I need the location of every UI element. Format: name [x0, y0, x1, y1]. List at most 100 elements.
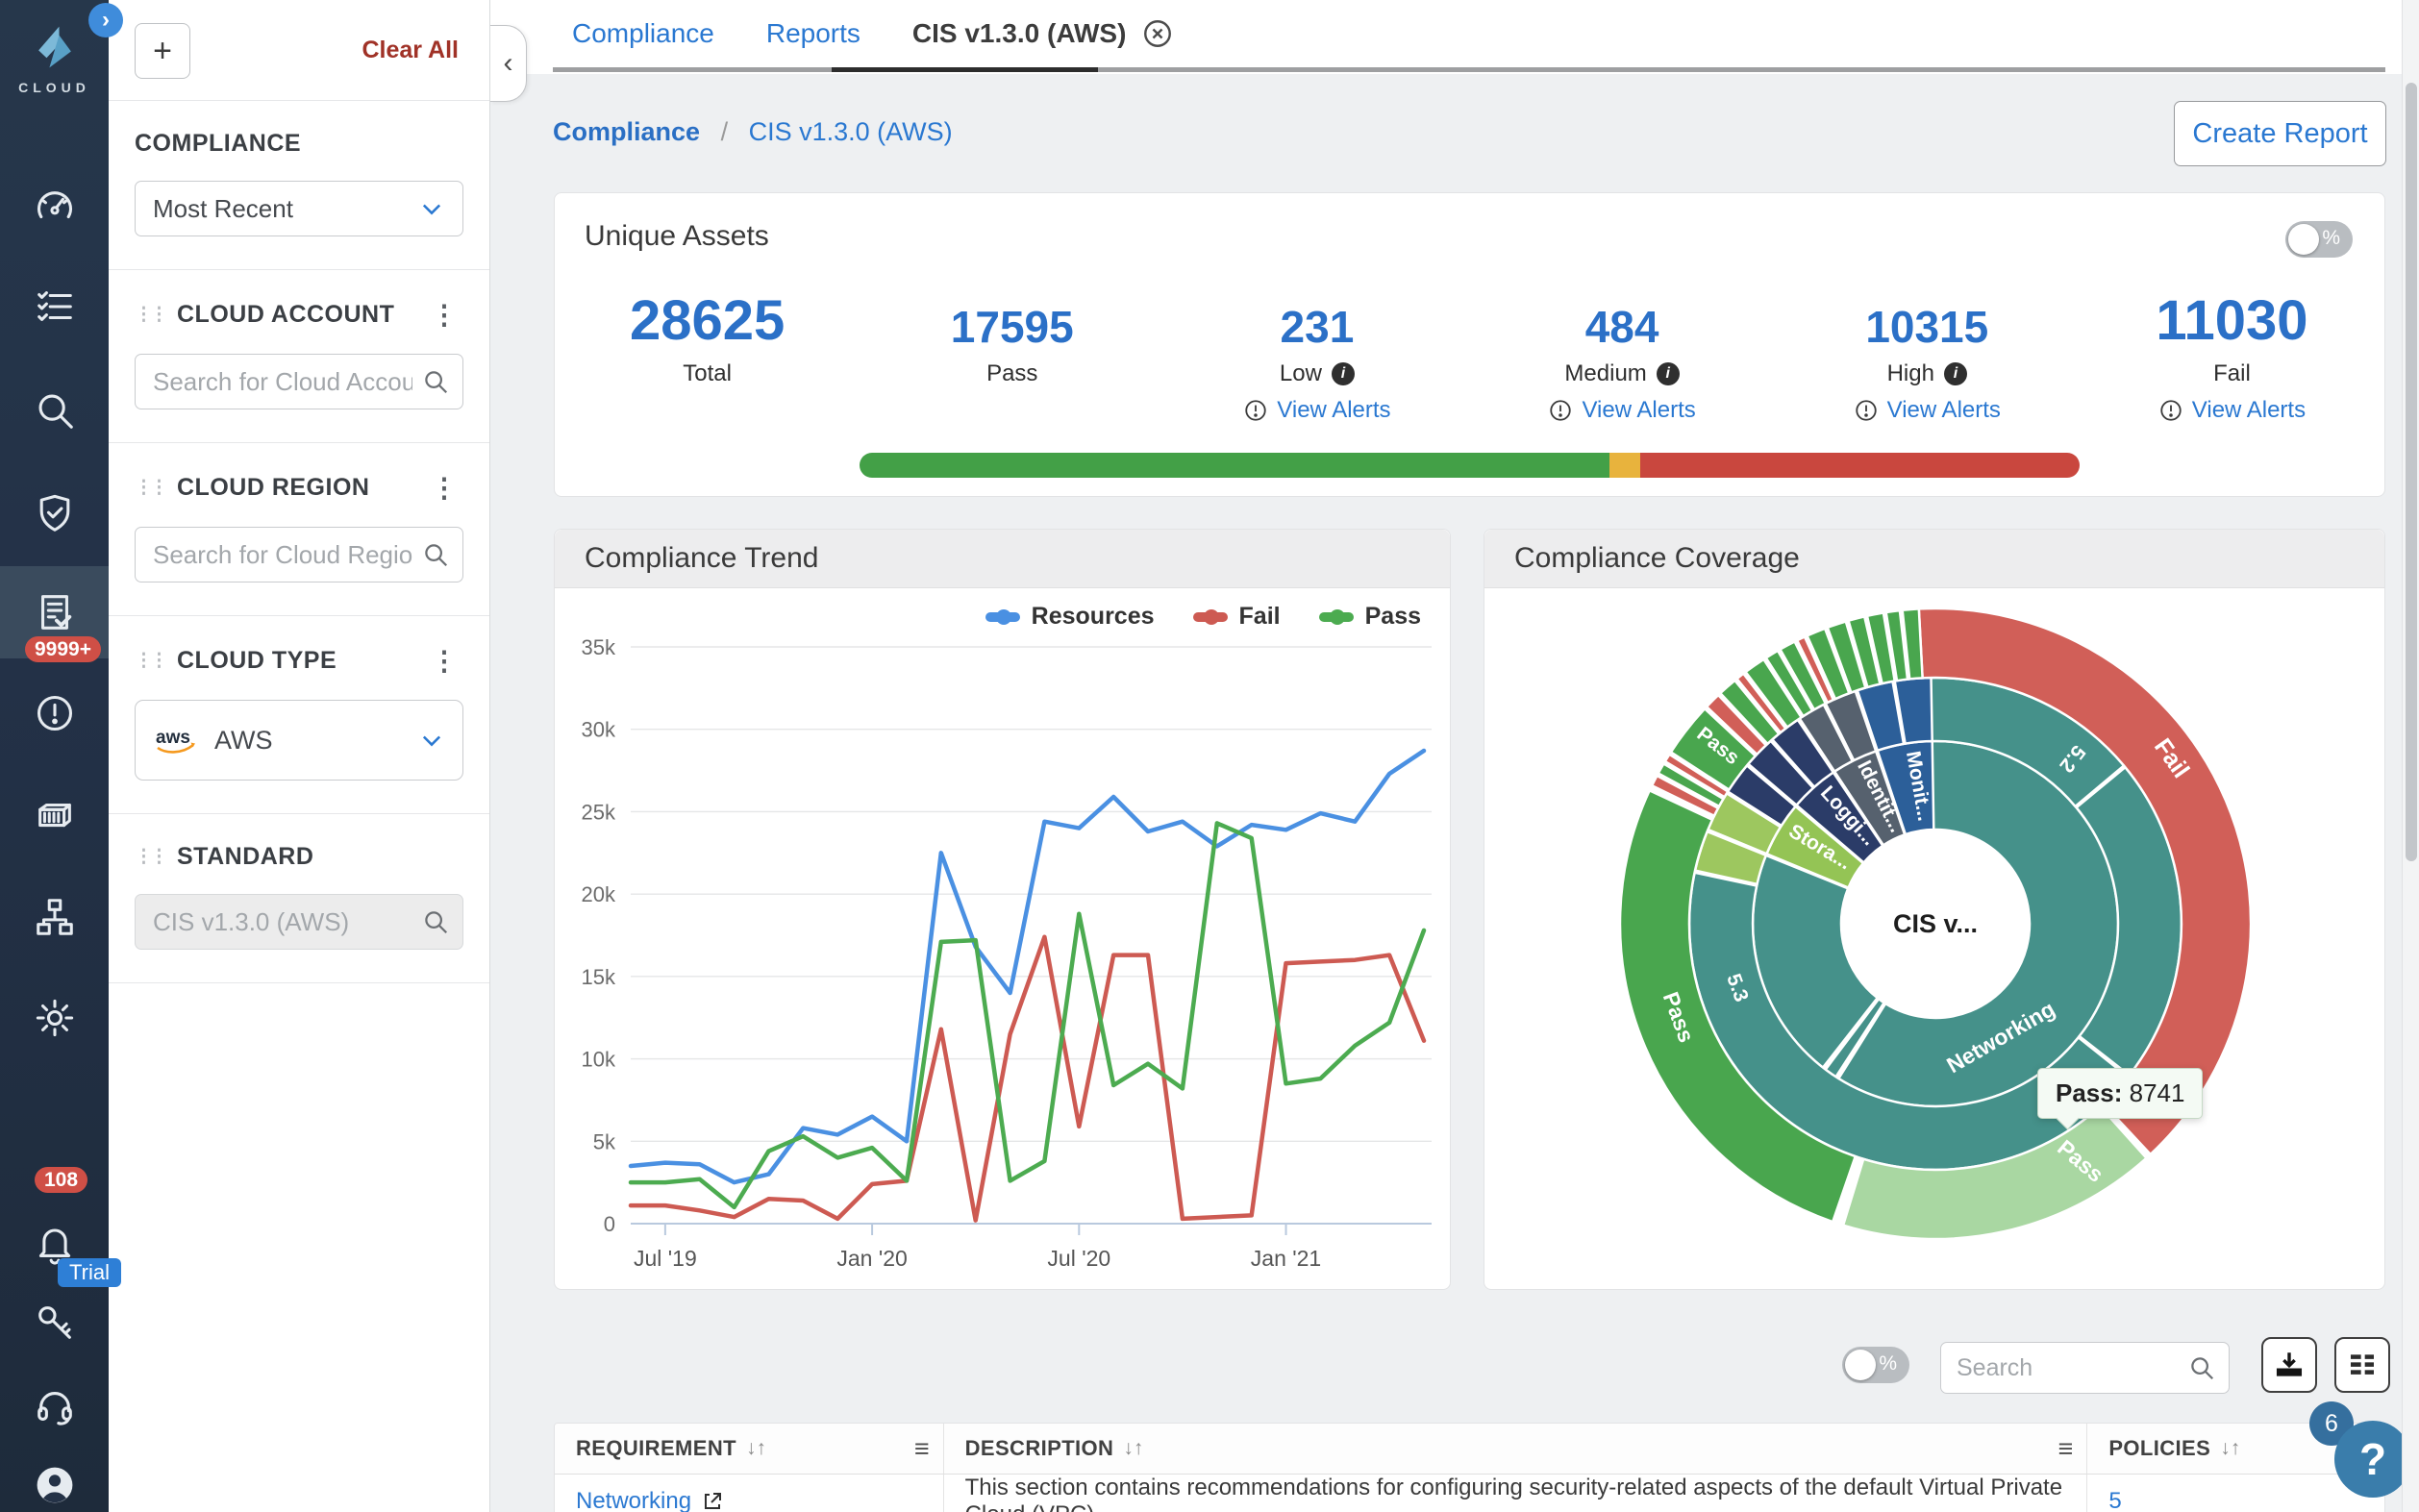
sidebar-item-checklist[interactable]	[0, 260, 109, 353]
trial-badge: Trial	[58, 1258, 121, 1287]
breadcrumb-compliance[interactable]: Compliance	[553, 117, 700, 146]
kebab-menu-icon[interactable]: ⋮	[425, 645, 463, 677]
percent-toggle[interactable]: %	[2285, 221, 2353, 258]
tabs: Compliance Reports CIS v1.3.0 (AWS)	[572, 0, 1174, 67]
policies-count-link[interactable]: 5	[2108, 1488, 2121, 1512]
filter-search-input[interactable]	[135, 894, 463, 950]
svg-text:10k: 10k	[582, 1048, 616, 1072]
tooltip-label: Pass:	[2056, 1078, 2122, 1107]
sort-icon[interactable]: ↓↑	[746, 1437, 766, 1460]
table-header-description[interactable]: DESCRIPTION↓↑≡	[944, 1424, 2088, 1474]
description-text: This section contains recommendations fo…	[965, 1475, 2074, 1512]
stat-value: 484	[1585, 282, 1659, 353]
scrollbar-track[interactable]	[2402, 0, 2419, 1512]
scrollbar-thumb[interactable]	[2406, 83, 2417, 861]
sidebar-item-speedometer[interactable]	[0, 161, 109, 253]
alert-icon	[2158, 398, 2183, 423]
table-row: Networking This section contains recommen…	[555, 1475, 2384, 1512]
sidebar-item-shield-check[interactable]	[0, 467, 109, 559]
view-alerts-label: View Alerts	[1582, 397, 1695, 424]
table-search-input[interactable]	[1940, 1342, 2230, 1394]
sort-icon[interactable]: ↓↑	[1123, 1437, 1143, 1460]
view-alerts-link[interactable]: View Alerts	[1854, 397, 2001, 424]
svg-text:25k: 25k	[582, 800, 616, 824]
kebab-menu-icon[interactable]: ⋮	[425, 299, 463, 331]
compliance-trend-panel: Compliance Trend ResourcesFailPass 05k10…	[554, 529, 1451, 1290]
drag-handle-icon[interactable]: ⋮⋮	[135, 477, 165, 499]
download-button[interactable]	[2261, 1337, 2317, 1393]
sidebar-item-search[interactable]	[0, 364, 109, 457]
legend-item-resources[interactable]: Resources	[985, 603, 1155, 631]
cloud-type-select[interactable]: awsAWS	[135, 700, 463, 781]
view-alerts-label: View Alerts	[1887, 397, 2001, 424]
sidebar-item-alert-circle[interactable]	[0, 667, 109, 759]
filter-section-compliance: COMPLIANCEMost Recent	[109, 101, 489, 270]
info-icon[interactable]: i	[1944, 362, 1967, 385]
sidebar-item-key[interactable]	[0, 1276, 109, 1368]
speedometer-icon	[33, 185, 77, 229]
view-alerts-link[interactable]: View Alerts	[1243, 397, 1390, 424]
view-alerts-label: View Alerts	[2192, 397, 2306, 424]
column-menu-icon[interactable]: ≡	[2058, 1434, 2074, 1464]
coverage-sunburst-chart[interactable]: NetworkingStora...Loggi...Identit...Moni…	[1484, 587, 2384, 1289]
breadcrumb-standard[interactable]: CIS v1.3.0 (AWS)	[749, 117, 953, 146]
sidebar-item-network[interactable]	[0, 871, 109, 963]
filter-search-input[interactable]	[135, 527, 463, 582]
stat-low: 231LowiView Alerts	[1164, 282, 1469, 424]
sidebar-item-container[interactable]	[0, 770, 109, 862]
drag-handle-icon[interactable]: ⋮⋮	[135, 304, 165, 326]
add-filter-button[interactable]: +	[135, 23, 190, 79]
filter-panel: + Clear All COMPLIANCEMost Recent ⋮⋮CLOUD…	[109, 0, 490, 1512]
filter-header: + Clear All	[109, 0, 489, 101]
filter-sections: COMPLIANCEMost Recent⋮⋮CLOUD ACCOUNT⋮⋮⋮C…	[109, 101, 489, 983]
drag-handle-icon[interactable]: ⋮⋮	[135, 650, 165, 672]
view-alerts-link[interactable]: View Alerts	[2158, 397, 2306, 424]
tab-reports[interactable]: Reports	[766, 18, 860, 49]
filter-section-header: ⋮⋮CLOUD ACCOUNT⋮	[135, 299, 463, 331]
close-icon[interactable]	[1141, 17, 1174, 50]
requirement-link[interactable]: Networking	[576, 1488, 724, 1512]
collapse-panel-button[interactable]: ‹	[490, 25, 527, 102]
search-icon	[2187, 1353, 2216, 1387]
search-icon	[421, 367, 450, 396]
sidebar-expand-icon[interactable]: ›	[88, 3, 123, 37]
svg-text:Jan '21: Jan '21	[1251, 1246, 1321, 1271]
stat-label: High	[1887, 360, 1934, 387]
compliance-coverage-panel: Compliance Coverage NetworkingStora...Lo…	[1484, 529, 2385, 1290]
table-header-requirement[interactable]: REQUIREMENT↓↑≡	[555, 1424, 944, 1474]
legend-item-pass[interactable]: Pass	[1319, 603, 1421, 631]
chevron-down-icon	[418, 195, 445, 222]
view-alerts-label: View Alerts	[1277, 397, 1390, 424]
gear-icon	[33, 996, 77, 1040]
table-view-button[interactable]	[2334, 1337, 2390, 1393]
alert-icon	[1854, 398, 1879, 423]
brand-logo[interactable]: CLOUD	[0, 21, 109, 95]
svg-text:0: 0	[604, 1212, 615, 1236]
legend-item-fail[interactable]: Fail	[1193, 603, 1281, 631]
key-icon	[33, 1300, 77, 1344]
clear-all-button[interactable]: Clear All	[362, 37, 459, 64]
info-icon[interactable]: i	[1332, 362, 1355, 385]
kebab-menu-icon[interactable]: ⋮	[425, 472, 463, 504]
stat-value: 10315	[1865, 282, 1988, 353]
sidebar-item-avatar[interactable]	[0, 1439, 109, 1512]
search-icon	[421, 540, 450, 569]
create-report-button[interactable]: Create Report	[2174, 101, 2386, 166]
stat-label: Low	[1280, 360, 1322, 387]
cell-description: This section contains recommendations fo…	[944, 1475, 2088, 1512]
stat-label-row: Fail	[2213, 360, 2251, 387]
sort-select[interactable]: Most Recent	[135, 181, 463, 236]
filter-control	[135, 354, 463, 409]
trend-chart: 05k10k15k20k25k30k35kJul '19Jan '20Jul '…	[555, 587, 1450, 1289]
help-button[interactable]: ?	[2334, 1421, 2411, 1498]
table-percent-toggle[interactable]: %	[1842, 1347, 1909, 1383]
tab-compliance[interactable]: Compliance	[572, 18, 714, 49]
view-alerts-link[interactable]: View Alerts	[1548, 397, 1695, 424]
drag-handle-icon[interactable]: ⋮⋮	[135, 846, 165, 868]
filter-search-input[interactable]	[135, 354, 463, 409]
info-icon[interactable]: i	[1657, 362, 1680, 385]
sort-icon[interactable]: ↓↑	[2220, 1437, 2240, 1460]
column-menu-icon[interactable]: ≡	[914, 1434, 930, 1464]
sidebar-item-gear[interactable]	[0, 972, 109, 1064]
tab-cis-v1-3-0-aws-[interactable]: CIS v1.3.0 (AWS)	[912, 17, 1175, 50]
